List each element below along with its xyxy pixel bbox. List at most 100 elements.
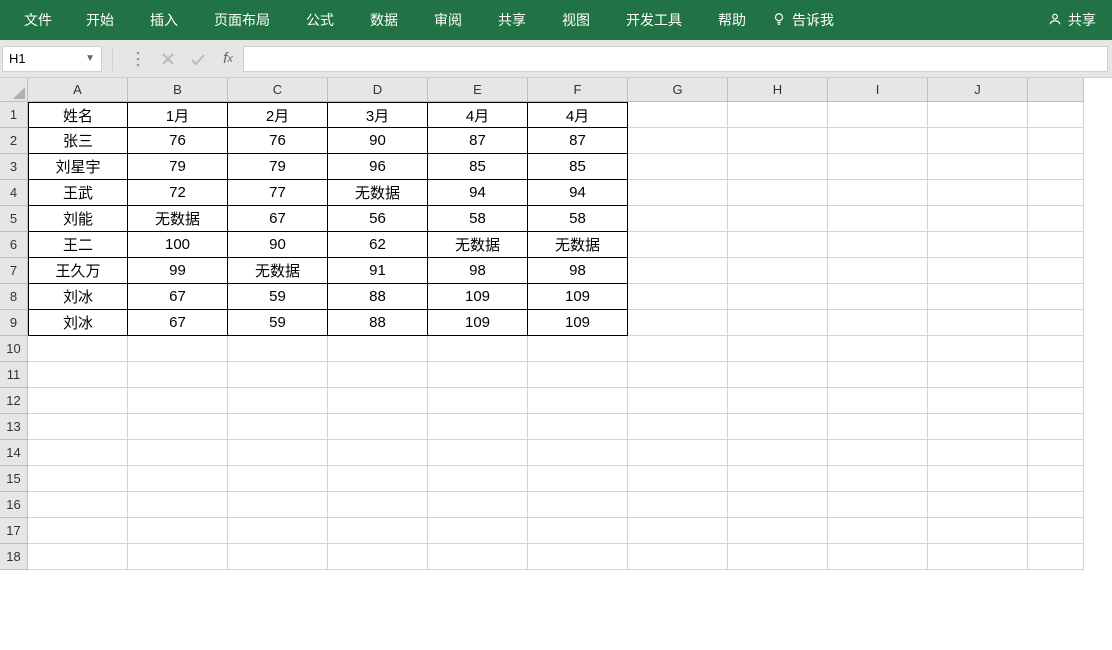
cell-B4[interactable]: 72 xyxy=(128,180,228,206)
cell-extra-8[interactable] xyxy=(1028,284,1084,310)
row-header-11[interactable]: 11 xyxy=(0,362,28,388)
cell-H7[interactable] xyxy=(728,258,828,284)
row-header-13[interactable]: 13 xyxy=(0,414,28,440)
cell-D5[interactable]: 56 xyxy=(328,206,428,232)
col-header-J[interactable]: J xyxy=(928,78,1028,102)
cell-E2[interactable]: 87 xyxy=(428,128,528,154)
cell-D10[interactable] xyxy=(328,336,428,362)
cell-B15[interactable] xyxy=(128,466,228,492)
cell-I11[interactable] xyxy=(828,362,928,388)
cell-J3[interactable] xyxy=(928,154,1028,180)
cell-I7[interactable] xyxy=(828,258,928,284)
cell-J8[interactable] xyxy=(928,284,1028,310)
cell-I10[interactable] xyxy=(828,336,928,362)
cell-F18[interactable] xyxy=(528,544,628,570)
cell-G15[interactable] xyxy=(628,466,728,492)
cell-D8[interactable]: 88 xyxy=(328,284,428,310)
cell-G13[interactable] xyxy=(628,414,728,440)
cell-H4[interactable] xyxy=(728,180,828,206)
cell-I1[interactable] xyxy=(828,102,928,128)
cell-B2[interactable]: 76 xyxy=(128,128,228,154)
cell-J15[interactable] xyxy=(928,466,1028,492)
row-header-5[interactable]: 5 xyxy=(0,206,28,232)
row-header-3[interactable]: 3 xyxy=(0,154,28,180)
cell-I16[interactable] xyxy=(828,492,928,518)
cell-extra-5[interactable] xyxy=(1028,206,1084,232)
cell-F7[interactable]: 98 xyxy=(528,258,628,284)
cell-H8[interactable] xyxy=(728,284,828,310)
cell-A15[interactable] xyxy=(28,466,128,492)
cell-G14[interactable] xyxy=(628,440,728,466)
cell-B9[interactable]: 67 xyxy=(128,310,228,336)
cell-D6[interactable]: 62 xyxy=(328,232,428,258)
cell-I13[interactable] xyxy=(828,414,928,440)
ribbon-tab-data[interactable]: 数据 xyxy=(352,0,416,40)
cell-extra-2[interactable] xyxy=(1028,128,1084,154)
cell-I14[interactable] xyxy=(828,440,928,466)
cell-B7[interactable]: 99 xyxy=(128,258,228,284)
cell-E18[interactable] xyxy=(428,544,528,570)
ribbon-tab-home[interactable]: 开始 xyxy=(68,0,132,40)
col-header-E[interactable]: E xyxy=(428,78,528,102)
cell-G1[interactable] xyxy=(628,102,728,128)
cell-F1[interactable]: 4月 xyxy=(528,102,628,128)
cell-F14[interactable] xyxy=(528,440,628,466)
cell-F16[interactable] xyxy=(528,492,628,518)
cell-H2[interactable] xyxy=(728,128,828,154)
cell-B10[interactable] xyxy=(128,336,228,362)
cell-J17[interactable] xyxy=(928,518,1028,544)
cell-H5[interactable] xyxy=(728,206,828,232)
cell-G18[interactable] xyxy=(628,544,728,570)
cell-J5[interactable] xyxy=(928,206,1028,232)
cell-H16[interactable] xyxy=(728,492,828,518)
cell-D12[interactable] xyxy=(328,388,428,414)
cell-I4[interactable] xyxy=(828,180,928,206)
cell-E6[interactable]: 无数据 xyxy=(428,232,528,258)
cell-F9[interactable]: 109 xyxy=(528,310,628,336)
cell-J18[interactable] xyxy=(928,544,1028,570)
cell-C5[interactable]: 67 xyxy=(228,206,328,232)
cell-E17[interactable] xyxy=(428,518,528,544)
row-header-10[interactable]: 10 xyxy=(0,336,28,362)
cell-F15[interactable] xyxy=(528,466,628,492)
cell-H14[interactable] xyxy=(728,440,828,466)
cell-C4[interactable]: 77 xyxy=(228,180,328,206)
cell-G2[interactable] xyxy=(628,128,728,154)
cell-E8[interactable]: 109 xyxy=(428,284,528,310)
cell-C6[interactable]: 90 xyxy=(228,232,328,258)
cell-extra-16[interactable] xyxy=(1028,492,1084,518)
cell-G8[interactable] xyxy=(628,284,728,310)
cell-C1[interactable]: 2月 xyxy=(228,102,328,128)
cell-I3[interactable] xyxy=(828,154,928,180)
ribbon-tab-insert[interactable]: 插入 xyxy=(132,0,196,40)
cell-extra-15[interactable] xyxy=(1028,466,1084,492)
cell-D18[interactable] xyxy=(328,544,428,570)
ribbon-tab-share[interactable]: 共享 xyxy=(480,0,544,40)
row-header-12[interactable]: 12 xyxy=(0,388,28,414)
cell-C13[interactable] xyxy=(228,414,328,440)
ribbon-tab-developer[interactable]: 开发工具 xyxy=(608,0,700,40)
cell-I12[interactable] xyxy=(828,388,928,414)
row-header-4[interactable]: 4 xyxy=(0,180,28,206)
cell-C10[interactable] xyxy=(228,336,328,362)
cell-extra-12[interactable] xyxy=(1028,388,1084,414)
select-all-corner[interactable] xyxy=(0,78,28,102)
ribbon-tab-view[interactable]: 视图 xyxy=(544,0,608,40)
cell-G10[interactable] xyxy=(628,336,728,362)
cell-F6[interactable]: 无数据 xyxy=(528,232,628,258)
cell-E9[interactable]: 109 xyxy=(428,310,528,336)
cell-E7[interactable]: 98 xyxy=(428,258,528,284)
cell-E5[interactable]: 58 xyxy=(428,206,528,232)
cell-H11[interactable] xyxy=(728,362,828,388)
cell-D9[interactable]: 88 xyxy=(328,310,428,336)
cell-F17[interactable] xyxy=(528,518,628,544)
chevron-down-icon[interactable]: ▼ xyxy=(85,53,95,64)
cell-B13[interactable] xyxy=(128,414,228,440)
cell-F10[interactable] xyxy=(528,336,628,362)
cell-A6[interactable]: 王二 xyxy=(28,232,128,258)
cell-I5[interactable] xyxy=(828,206,928,232)
tell-me-box[interactable]: 告诉我 xyxy=(764,10,842,30)
cell-A14[interactable] xyxy=(28,440,128,466)
cell-extra-13[interactable] xyxy=(1028,414,1084,440)
cell-G6[interactable] xyxy=(628,232,728,258)
